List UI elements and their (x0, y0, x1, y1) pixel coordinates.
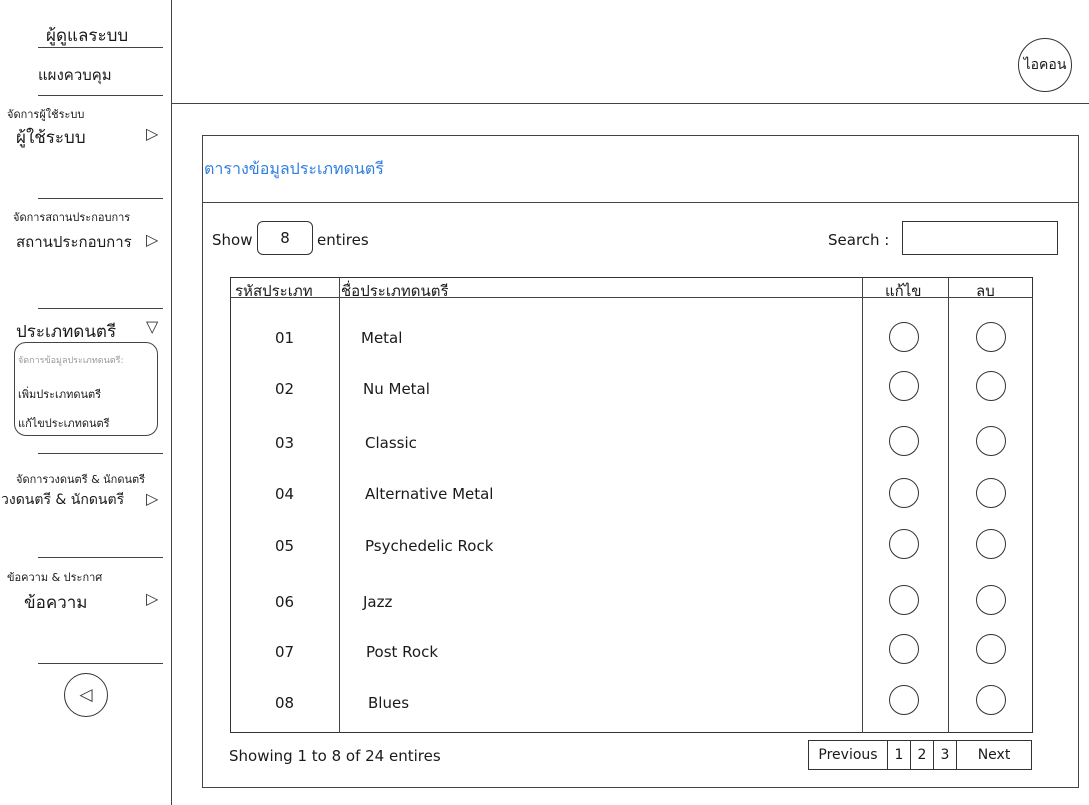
pagination-next-button[interactable]: Next (956, 740, 1032, 770)
row-id: 03 (275, 434, 295, 452)
edit-button[interactable] (889, 478, 919, 508)
entries-label: entires (317, 231, 369, 249)
sidebar-item-users[interactable]: ผู้ใช้ระบบ (16, 124, 86, 151)
edit-button[interactable] (889, 426, 919, 456)
section-caption-venues: จัดการสถานประกอบการ (13, 211, 131, 224)
entries-per-page-value: 8 (280, 229, 290, 247)
collapse-sidebar-button[interactable]: ◁ (64, 673, 108, 717)
edit-button[interactable] (889, 322, 919, 352)
row-id: 04 (275, 485, 295, 503)
search-label: Search : (828, 231, 890, 249)
row-name: Blues (368, 694, 410, 712)
row-id: 07 (275, 643, 295, 661)
edit-button[interactable] (889, 371, 919, 401)
row-id: 06 (275, 593, 295, 611)
chevron-down-icon[interactable]: ▽ (146, 317, 158, 336)
sidebar-item-bands[interactable]: วงดนตรี & นักดนตรี (1, 489, 124, 511)
submenu-music-types: จัดการข้อมูลประเภทดนตรี: เพิ่มประเภทดนตร… (14, 342, 158, 436)
delete-button[interactable] (976, 322, 1006, 352)
delete-button[interactable] (976, 426, 1006, 456)
row-name: Classic (365, 434, 417, 452)
chevron-right-icon[interactable]: ▷ (146, 124, 158, 143)
delete-button[interactable] (976, 371, 1006, 401)
sidebar-item-venues[interactable]: สถานประกอบการ (16, 230, 132, 254)
avatar-label: ไอคอน (1023, 57, 1067, 73)
row-name: Post Rock (366, 643, 439, 661)
sidebar-item-music-types[interactable]: ประเภทดนตรี (16, 318, 116, 345)
edit-button[interactable] (889, 634, 919, 664)
column-header-delete: ลบ (976, 282, 995, 300)
triangle-left-icon: ◁ (79, 685, 93, 705)
row-name: Alternative Metal (365, 485, 494, 503)
section-caption-users: จัดการผู้ใช้ระบบ (7, 108, 85, 121)
chevron-right-icon[interactable]: ▷ (146, 230, 158, 249)
delete-button[interactable] (976, 685, 1006, 715)
delete-button[interactable] (976, 529, 1006, 559)
row-id: 02 (275, 380, 295, 398)
pagination-page-2[interactable]: 2 (910, 740, 934, 770)
pagination-page-1[interactable]: 1 (887, 740, 911, 770)
column-header-edit: แก้ไข (885, 282, 922, 300)
show-label: Show (212, 231, 253, 249)
pagination-previous-button[interactable]: Previous (808, 740, 888, 770)
row-name: Nu Metal (363, 380, 430, 398)
column-header-id: รหัสประเภท (235, 282, 313, 300)
row-id: 01 (275, 329, 295, 347)
column-header-name: ชื่อประเภทดนตรี (341, 282, 449, 300)
search-input[interactable] (902, 221, 1058, 255)
delete-button[interactable] (976, 634, 1006, 664)
page-title: ตารางข้อมูลประเภทดนตรี (204, 159, 384, 178)
row-name: Psychedelic Rock (365, 537, 494, 555)
chevron-right-icon[interactable]: ▷ (146, 589, 158, 608)
edit-button[interactable] (889, 585, 919, 615)
delete-button[interactable] (976, 585, 1006, 615)
sidebar-item-dashboard[interactable]: แผงควบคุม (38, 63, 112, 87)
entries-per-page-select[interactable]: 8 (257, 221, 313, 255)
row-id: 05 (275, 537, 295, 555)
pagination-page-3[interactable]: 3 (933, 740, 957, 770)
chevron-right-icon[interactable]: ▷ (146, 489, 158, 508)
edit-button[interactable] (889, 685, 919, 715)
row-name: Jazz (363, 593, 393, 611)
submenu-item-add[interactable]: เพิ่มประเภทดนตรี (18, 385, 101, 403)
row-name: Metal (361, 329, 403, 347)
avatar[interactable]: ไอคอน (1018, 38, 1072, 92)
section-caption-bands: จัดการวงดนตรี & นักดนตรี (16, 473, 146, 486)
table-info: Showing 1 to 8 of 24 entires (229, 747, 441, 765)
sidebar-title: ผู้ดูแลระบบ (46, 26, 129, 46)
delete-button[interactable] (976, 478, 1006, 508)
submenu-caption: จัดการข้อมูลประเภทดนตรี: (18, 356, 124, 366)
row-id: 08 (275, 694, 295, 712)
edit-button[interactable] (889, 529, 919, 559)
sidebar-item-messages[interactable]: ข้อความ (24, 589, 88, 616)
sidebar: ผู้ดูแลระบบ แผงควบคุม จัดการผู้ใช้ระบบ ผ… (0, 0, 172, 805)
section-caption-messages: ข้อความ & ประกาศ (7, 571, 103, 584)
submenu-item-edit[interactable]: แก้ไขประเภทดนตรี (18, 414, 110, 432)
